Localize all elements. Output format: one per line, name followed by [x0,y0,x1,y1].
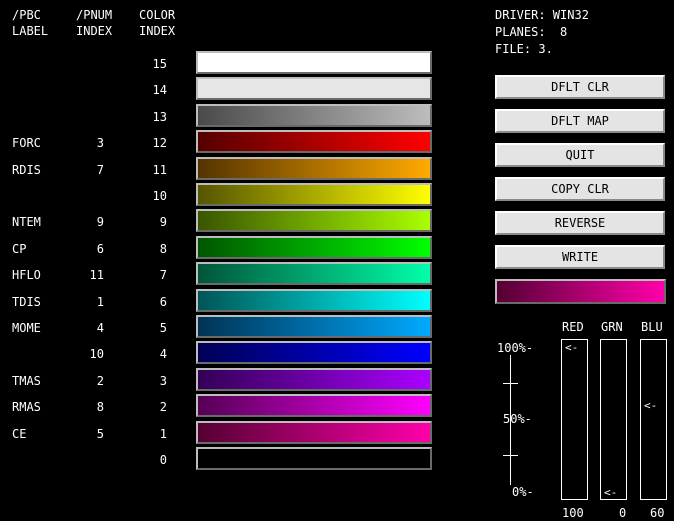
color-bar-13[interactable] [196,104,432,127]
row-pbc-label: TDIS [12,295,41,309]
red-slider[interactable]: <- [561,339,588,500]
scale-bottom-label: 0%- [512,485,534,499]
color-bar-15[interactable] [196,51,432,74]
red-value: 100 [562,506,584,520]
header-color-index: COLOR INDEX [139,8,176,38]
row-pbc-label: CP [12,242,27,256]
row-color-index: 5 [159,321,167,335]
header-pnum-index: /PNUM INDEX [76,8,113,38]
row-pnum-index: 8 [96,400,104,414]
row-pbc-label: RMAS [12,400,41,414]
scale-axis-line [510,355,511,485]
row-pnum-index: 3 [96,136,104,150]
color-bar-4[interactable] [196,341,432,364]
row-pbc-label: NTEM [12,215,41,229]
row-pbc-label: TMAS [12,374,41,388]
color-bar-8[interactable] [196,236,432,259]
row-pnum-index: 5 [96,427,104,441]
row-pbc-label: RDIS [12,163,41,177]
row-pnum-index: 10 [89,347,104,361]
red-slider-arrow[interactable]: <- [565,342,578,354]
color-preview-swatch [495,279,666,304]
row-pbc-label: HFLO [12,268,41,282]
row-pnum-index: 7 [96,163,104,177]
blu-slider-label: BLU [641,320,663,334]
write-button[interactable]: WRITE [495,245,665,269]
row-color-index: 10 [152,189,167,203]
grn-slider-arrow[interactable]: <- [604,487,617,499]
reverse-button[interactable]: REVERSE [495,211,665,235]
color-bar-3[interactable] [196,368,432,391]
color-bar-1[interactable] [196,421,432,444]
row-color-index: 2 [159,400,167,414]
row-pbc-label: FORC [12,136,41,150]
dflt-map-button[interactable]: DFLT MAP [495,109,665,133]
color-bar-11[interactable] [196,157,432,180]
scale-mid-label: 50%- [503,412,532,426]
color-bar-12[interactable] [196,130,432,153]
blu-slider[interactable]: <- [640,339,667,500]
row-pnum-index: 9 [96,215,104,229]
row-color-index: 6 [159,295,167,309]
row-color-index: 9 [159,215,167,229]
row-pnum-index: 2 [96,374,104,388]
blu-value: 60 [650,506,665,520]
row-pbc-label: CE [12,427,27,441]
row-color-index: 13 [152,110,167,124]
row-color-index: 0 [159,453,167,467]
row-pnum-index: 11 [89,268,104,282]
quit-button[interactable]: QUIT [495,143,665,167]
color-bar-6[interactable] [196,289,432,312]
grn-slider[interactable]: <- [600,339,627,500]
grn-value: 0 [619,506,627,520]
row-color-index: 1 [159,427,167,441]
color-bar-0[interactable] [196,447,432,470]
row-color-index: 3 [159,374,167,388]
row-color-index: 15 [152,57,167,71]
row-color-index: 4 [159,347,167,361]
grn-slider-label: GRN [601,320,623,334]
row-color-index: 8 [159,242,167,256]
header-pbc-label: /PBC LABEL [12,8,49,38]
row-pbc-label: MOME [12,321,41,335]
row-color-index: 11 [152,163,167,177]
row-color-index: 14 [152,83,167,97]
copy-clr-button[interactable]: COPY CLR [495,177,665,201]
red-slider-label: RED [562,320,584,334]
scale-tick-upper [503,383,518,384]
color-bar-2[interactable] [196,394,432,417]
row-color-index: 12 [152,136,167,150]
row-pnum-index: 4 [96,321,104,335]
blu-slider-arrow[interactable]: <- [644,400,657,412]
color-bar-10[interactable] [196,183,432,206]
color-bar-9[interactable] [196,209,432,232]
planes-info: PLANES: 8 [495,25,568,39]
scale-tick-lower [503,455,518,456]
row-pnum-index: 6 [96,242,104,256]
scale-top-label: 100%- [497,341,534,355]
color-bar-14[interactable] [196,77,432,100]
color-bar-7[interactable] [196,262,432,285]
file-info: FILE: 3. [495,42,553,56]
color-bar-5[interactable] [196,315,432,338]
dflt-clr-button[interactable]: DFLT CLR [495,75,665,99]
row-color-index: 7 [159,268,167,282]
row-pnum-index: 1 [96,295,104,309]
driver-info: DRIVER: WIN32 [495,8,589,22]
